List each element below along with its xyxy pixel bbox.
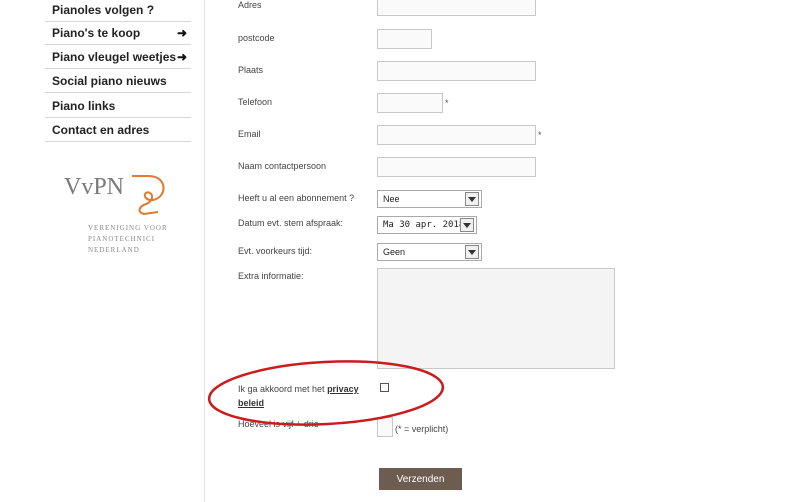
logo-subtitle-line1: VERENIGING VOOR	[88, 224, 168, 232]
nav-item-piano-links[interactable]: Piano links	[45, 94, 191, 118]
privacy-text-line2: beleid	[238, 398, 264, 408]
adres-input[interactable]	[377, 0, 536, 16]
plaats-input[interactable]	[377, 61, 536, 81]
plaats-label: Plaats	[238, 65, 264, 75]
required-mark: *	[538, 130, 542, 140]
datum-value: Ma 30 apr. 2018	[383, 220, 465, 230]
nav-item-label: Social piano nieuws	[52, 74, 167, 88]
nav-item-label: Contact en adres	[52, 123, 150, 137]
vvpn-logo[interactable]: VvPN VERENIGING VOOR PIANOTECHNICI NEDER…	[64, 172, 184, 262]
contact-label: Naam contactpersoon	[238, 161, 327, 171]
nav-item-pianos-te-koop[interactable]: Piano's te koop ➜	[45, 21, 191, 45]
arrow-right-icon: ➜	[176, 26, 187, 40]
datum-picker[interactable]: Ma 30 apr. 2018	[377, 216, 477, 234]
postcode-label: postcode	[238, 33, 275, 43]
telefoon-input[interactable]	[377, 93, 443, 113]
nav-item-label: Piano links	[52, 99, 116, 113]
postcode-input[interactable]	[377, 29, 432, 49]
nav-item-label: Piano vleugel weetjes	[52, 50, 177, 64]
contact-input[interactable]	[377, 157, 536, 177]
chevron-down-icon	[460, 218, 474, 232]
extra-textarea[interactable]	[377, 268, 615, 369]
tijd-select[interactable]: Geen	[377, 243, 482, 261]
nav-item-social-piano-nieuws[interactable]: Social piano nieuws	[45, 69, 191, 93]
extra-label: Extra informatie:	[238, 271, 304, 281]
nav-item-label: Piano's te koop	[52, 26, 141, 40]
required-mark: *	[445, 98, 449, 108]
telefoon-label: Telefoon	[238, 97, 273, 107]
verzenden-button[interactable]: Verzenden	[379, 468, 462, 490]
required-note: (* = verplicht)	[395, 424, 449, 434]
content-divider	[204, 0, 205, 502]
privacy-link-beleid[interactable]: beleid	[238, 398, 264, 408]
chevron-down-icon	[465, 245, 479, 259]
captcha-label: Hoeveel is vijf + drie	[238, 419, 319, 429]
datum-label: Datum evt. stem afspraak:	[238, 218, 344, 228]
arrow-right-icon: ➜	[176, 50, 187, 64]
email-input[interactable]	[377, 125, 536, 145]
privacy-text: Ik ga akkoord met het privacy	[238, 384, 359, 394]
nav-item-contact-en-adres[interactable]: Contact en adres	[45, 118, 191, 142]
privacy-link[interactable]: privacy	[327, 384, 359, 394]
abonnement-label: Heeft u al een abonnement ?	[238, 193, 355, 203]
abonnement-value: Nee	[383, 194, 400, 204]
abonnement-select[interactable]: Nee	[377, 190, 482, 208]
logo-text: VvPN	[64, 174, 125, 200]
privacy-checkbox[interactable]	[380, 383, 389, 392]
email-label: Email	[238, 129, 261, 139]
chevron-down-icon	[465, 192, 479, 206]
tijd-label: Evt. voorkeurs tijd:	[238, 246, 313, 256]
tijd-value: Geen	[383, 247, 406, 257]
logo-subtitle-line3: NEDERLAND	[88, 246, 140, 254]
logo-swirl-icon	[132, 175, 165, 216]
nav-item-piano-vleugel-weetjes[interactable]: Piano vleugel weetjes ➜	[45, 45, 191, 69]
privacy-prefix: Ik ga akkoord met het	[238, 384, 325, 394]
captcha-input[interactable]	[377, 417, 393, 437]
logo-subtitle-line2: PIANOTECHNICI	[88, 235, 156, 243]
nav-item-label: Pianoles volgen ?	[52, 3, 155, 17]
nav-item-pianoles[interactable]: Pianoles volgen ?	[45, 0, 191, 22]
adres-label: Adres	[238, 0, 262, 10]
